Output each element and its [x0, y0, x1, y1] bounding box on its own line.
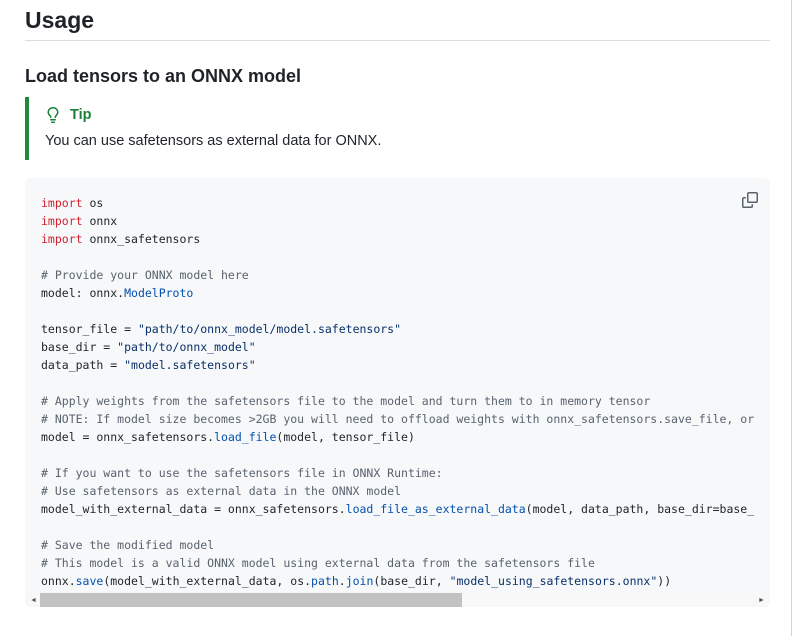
code-token: (base_dir,: [373, 574, 449, 588]
code-token: # NOTE: If model size becomes >2GB you w…: [41, 412, 754, 426]
code-token: load_file: [214, 430, 276, 444]
code-token: "model.safetensors": [124, 358, 256, 372]
code-token: path: [311, 574, 339, 588]
code-token: "path/to/onnx_model": [117, 340, 255, 354]
light-bulb-icon: [45, 107, 61, 123]
horizontal-scrollbar[interactable]: ◄ ►: [27, 593, 768, 607]
code-token: base_dir =: [41, 340, 117, 354]
code-line: [41, 518, 754, 536]
code-line: # This model is a valid ONNX model using…: [41, 554, 754, 572]
scrollbar-left-arrow[interactable]: ◄: [27, 593, 40, 607]
code-token: # Use safetensors as external data in th…: [41, 484, 401, 498]
copy-icon: [742, 192, 758, 208]
code-line: [41, 248, 754, 266]
code-token: save: [76, 574, 104, 588]
readme-content: Usage Load tensors to an ONNX model Tip …: [25, 0, 770, 607]
code-token: "model_using_safetensors.onnx": [450, 574, 658, 588]
tip-callout: Tip You can use safetensors as external …: [25, 97, 770, 160]
code-token: # Provide your ONNX model here: [41, 268, 249, 282]
code-token: (model, tensor_file): [276, 430, 414, 444]
code-token: onnx_safetensors: [83, 232, 201, 246]
code-token: import: [41, 232, 83, 246]
code-line: base_dir = "path/to/onnx_model": [41, 338, 754, 356]
code-line: # Apply weights from the safetensors fil…: [41, 392, 754, 410]
code-token: (model_with_external_data, os.: [103, 574, 311, 588]
code-line: [41, 302, 754, 320]
window-right-border: [791, 0, 792, 636]
code-token: "path/to/onnx_model/model.safetensors": [138, 322, 401, 336]
code-line: import onnx: [41, 212, 754, 230]
code-token: onnx: [83, 214, 118, 228]
code-line: model = onnx_safetensors.load_file(model…: [41, 428, 754, 446]
code-token: model_with_external_data = onnx_safetens…: [41, 502, 346, 516]
scrollbar-thumb[interactable]: [40, 593, 462, 607]
code-token: # If you want to use the safetensors fil…: [41, 466, 443, 480]
scrollbar-track[interactable]: [462, 593, 755, 607]
page-title: Usage: [25, 0, 770, 41]
code-token: model: onnx.: [41, 286, 124, 300]
code-line: model_with_external_data = onnx_safetens…: [41, 500, 754, 518]
code-token: # This model is a valid ONNX model using…: [41, 556, 595, 570]
code-line: import os: [41, 194, 754, 212]
code-block: import osimport onnximport onnx_safetens…: [25, 178, 770, 607]
code-line: [41, 446, 754, 464]
tip-text: You can use safetensors as external data…: [45, 131, 754, 152]
code-line: onnx.save(model_with_external_data, os.p…: [41, 572, 754, 590]
code-token: import: [41, 214, 83, 228]
code-token: import: [41, 196, 83, 210]
code-line: data_path = "model.safetensors": [41, 356, 754, 374]
code-token: # Apply weights from the safetensors fil…: [41, 394, 650, 408]
code-content: import osimport onnximport onnx_safetens…: [25, 178, 770, 590]
code-line: tensor_file = "path/to/onnx_model/model.…: [41, 320, 754, 338]
section-heading: Load tensors to an ONNX model: [25, 65, 770, 87]
code-line: # If you want to use the safetensors fil…: [41, 464, 754, 482]
code-line: [41, 374, 754, 392]
tip-title-row: Tip: [45, 105, 754, 125]
code-token: data_path =: [41, 358, 124, 372]
code-token: tensor_file =: [41, 322, 138, 336]
code-token: )): [657, 574, 671, 588]
code-token: .: [339, 574, 346, 588]
code-token: model = onnx_safetensors.: [41, 430, 214, 444]
code-line: import onnx_safetensors: [41, 230, 754, 248]
scrollbar-right-arrow[interactable]: ►: [755, 593, 768, 607]
code-line: # NOTE: If model size becomes >2GB you w…: [41, 410, 754, 428]
code-token: ModelProto: [124, 286, 193, 300]
copy-button[interactable]: [736, 186, 764, 214]
code-line: model: onnx.ModelProto: [41, 284, 754, 302]
code-token: (model, data_path, base_dir=base_: [526, 502, 754, 516]
code-line: # Use safetensors as external data in th…: [41, 482, 754, 500]
code-token: load_file_as_external_data: [346, 502, 526, 516]
code-line: # Provide your ONNX model here: [41, 266, 754, 284]
code-token: # Save the modified model: [41, 538, 214, 552]
code-token: os: [83, 196, 104, 210]
code-token: join: [346, 574, 374, 588]
documentation-page: Usage Load tensors to an ONNX model Tip …: [0, 0, 775, 607]
code-token: onnx.: [41, 574, 76, 588]
tip-label: Tip: [70, 105, 91, 125]
code-line: # Save the modified model: [41, 536, 754, 554]
